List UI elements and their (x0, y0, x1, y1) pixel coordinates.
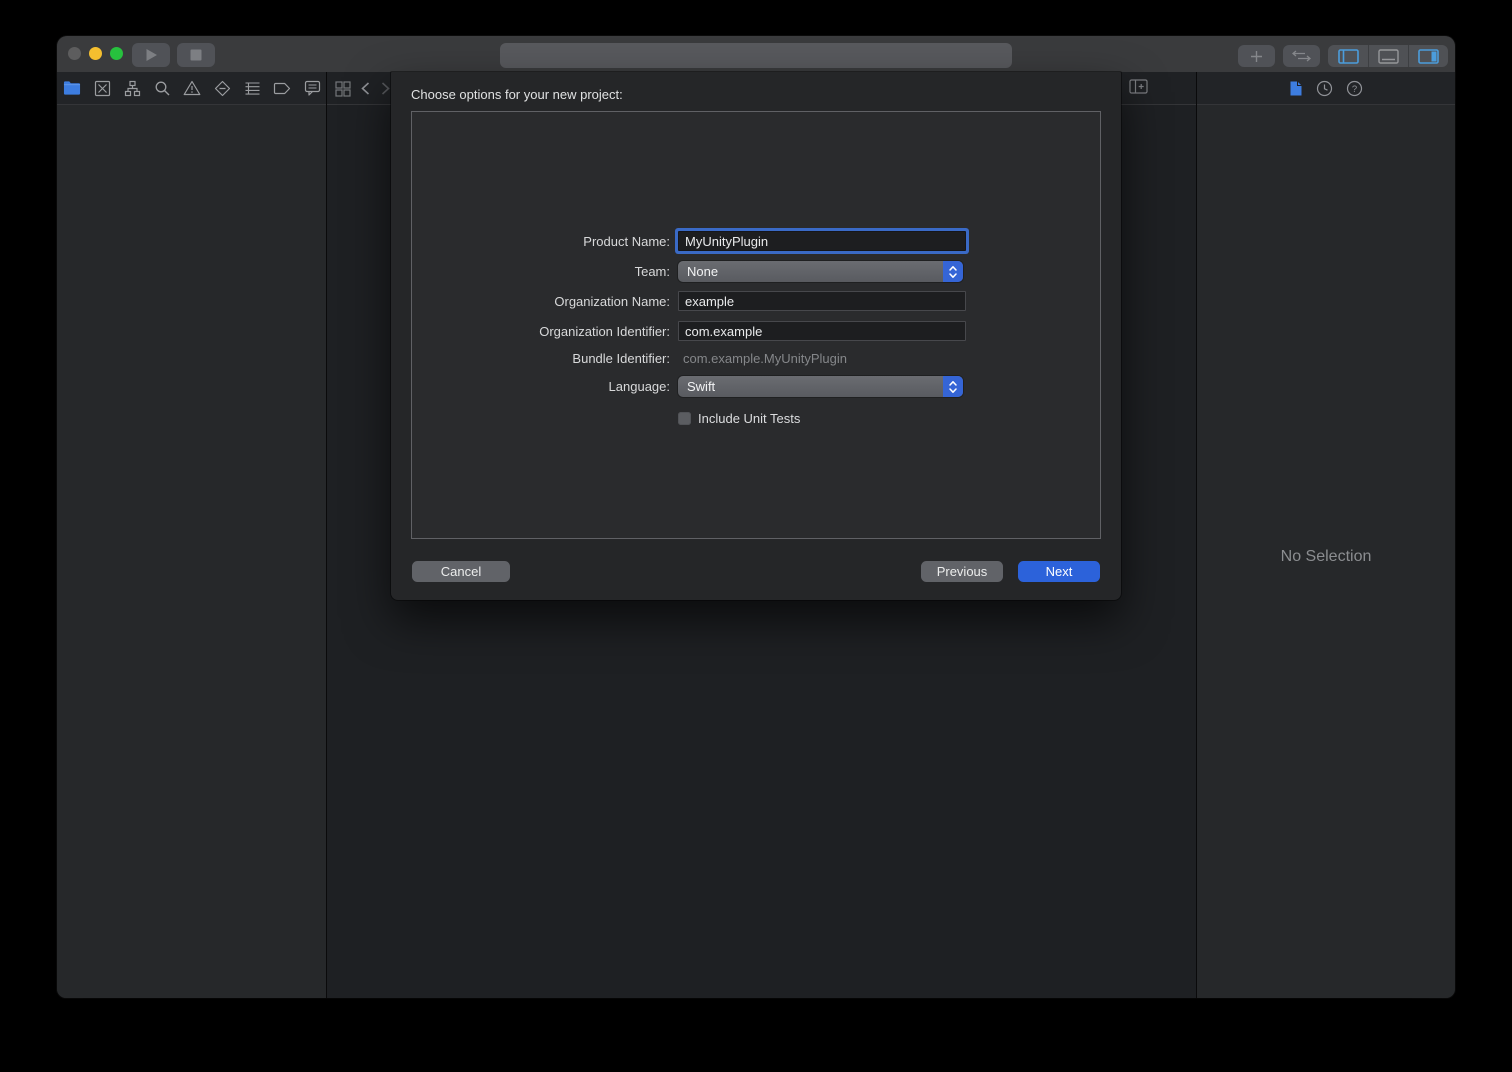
report-navigator-icon (304, 80, 321, 96)
run-icon (145, 48, 158, 62)
organization-name-label: Organization Name: (412, 294, 670, 309)
organization-identifier-row: Organization Identifier: (412, 321, 1100, 341)
inspector-bar: ? (1197, 72, 1455, 105)
run-button[interactable] (132, 43, 170, 67)
debug-area-toggle-icon (1378, 49, 1399, 64)
product-name-label: Product Name: (412, 234, 670, 249)
add-icon (1250, 50, 1263, 63)
project-navigator-folder-icon (63, 80, 81, 96)
include-unit-tests-checkbox[interactable] (678, 412, 691, 425)
panel-toggle-group (1328, 45, 1448, 67)
source-control-navigator-tab[interactable] (93, 79, 111, 97)
new-project-options-sheet: Choose options for your new project: Pro… (391, 72, 1121, 600)
swap-arrows-icon (1292, 50, 1311, 62)
language-popup-value: Swift (678, 379, 715, 394)
related-items-icon[interactable] (335, 81, 351, 97)
popup-chevrons-icon (943, 376, 963, 397)
navigator-bar (57, 72, 326, 105)
debug-navigator-tab[interactable] (243, 79, 261, 97)
library-add-button[interactable] (1238, 45, 1275, 67)
bundle-identifier-value: com.example.MyUnityPlugin (678, 351, 966, 366)
navigator-toggle-button[interactable] (1328, 45, 1368, 67)
inspector-toggle-icon (1418, 49, 1439, 64)
team-label: Team: (412, 264, 670, 279)
previous-button[interactable]: Previous (921, 561, 1003, 582)
project-navigator-tab[interactable] (63, 79, 81, 97)
add-editor-icon (1129, 79, 1148, 94)
stop-button[interactable] (177, 43, 215, 67)
team-popup[interactable]: None (678, 261, 963, 282)
organization-name-input[interactable] (678, 291, 966, 311)
include-unit-tests-label: Include Unit Tests (698, 411, 800, 426)
issue-navigator-icon (183, 80, 201, 96)
language-row: Language: Swift (412, 376, 1100, 397)
language-popup[interactable]: Swift (678, 376, 963, 397)
titlebar (57, 36, 1455, 72)
report-navigator-tab[interactable] (303, 79, 321, 97)
breakpoint-navigator-icon (273, 82, 291, 95)
navigator-panel (57, 72, 326, 998)
svg-text:?: ? (1352, 83, 1357, 94)
issue-navigator-tab[interactable] (183, 79, 201, 97)
zoom-button[interactable] (110, 47, 123, 60)
symbol-navigator-icon (124, 80, 141, 97)
breakpoint-navigator-tab[interactable] (273, 79, 291, 97)
include-unit-tests-row: Include Unit Tests (412, 411, 1100, 426)
language-label: Language: (412, 379, 670, 394)
navigator-toggle-icon (1338, 49, 1359, 64)
inspector-toggle-button[interactable] (1408, 45, 1448, 67)
source-control-icon (94, 80, 111, 97)
no-selection-label: No Selection (1197, 548, 1455, 566)
next-button[interactable]: Next (1018, 561, 1100, 582)
symbol-navigator-tab[interactable] (123, 79, 141, 97)
add-editor-button[interactable] (1129, 79, 1148, 99)
file-inspector-icon[interactable] (1289, 80, 1303, 97)
quick-help-icon[interactable]: ? (1346, 80, 1363, 97)
test-navigator-tab[interactable] (213, 79, 231, 97)
cancel-button[interactable]: Cancel (412, 561, 510, 582)
organization-identifier-input[interactable] (678, 321, 966, 341)
organization-identifier-label: Organization Identifier: (412, 324, 670, 339)
options-box: Product Name: Team: None (411, 111, 1101, 539)
debug-area-toggle-button[interactable] (1368, 45, 1408, 67)
stop-icon (190, 49, 202, 61)
organization-name-row: Organization Name: (412, 291, 1100, 311)
close-button[interactable] (68, 47, 81, 60)
debug-navigator-icon (244, 81, 261, 96)
xcode-window: ? No Selection Choose options for your n… (57, 36, 1455, 998)
bundle-identifier-row: Bundle Identifier: com.example.MyUnityPl… (412, 350, 1100, 367)
team-popup-value: None (678, 264, 718, 279)
popup-chevrons-icon (943, 261, 963, 282)
find-navigator-tab[interactable] (153, 79, 171, 97)
product-name-input[interactable] (678, 231, 966, 251)
sheet-title: Choose options for your new project: (411, 87, 623, 102)
search-icon (154, 80, 171, 97)
team-row: Team: None (412, 261, 1100, 282)
assistant-editor-button[interactable] (1283, 45, 1320, 67)
inspector-panel: ? No Selection (1197, 72, 1455, 998)
back-chevron-icon[interactable] (360, 81, 371, 96)
minimize-button[interactable] (89, 47, 102, 60)
bundle-identifier-label: Bundle Identifier: (412, 351, 670, 366)
history-inspector-icon[interactable] (1316, 80, 1333, 97)
product-name-row: Product Name: (412, 229, 1100, 253)
test-navigator-icon (214, 80, 231, 97)
forward-chevron-icon[interactable] (380, 81, 391, 96)
activity-viewer (500, 43, 1012, 68)
